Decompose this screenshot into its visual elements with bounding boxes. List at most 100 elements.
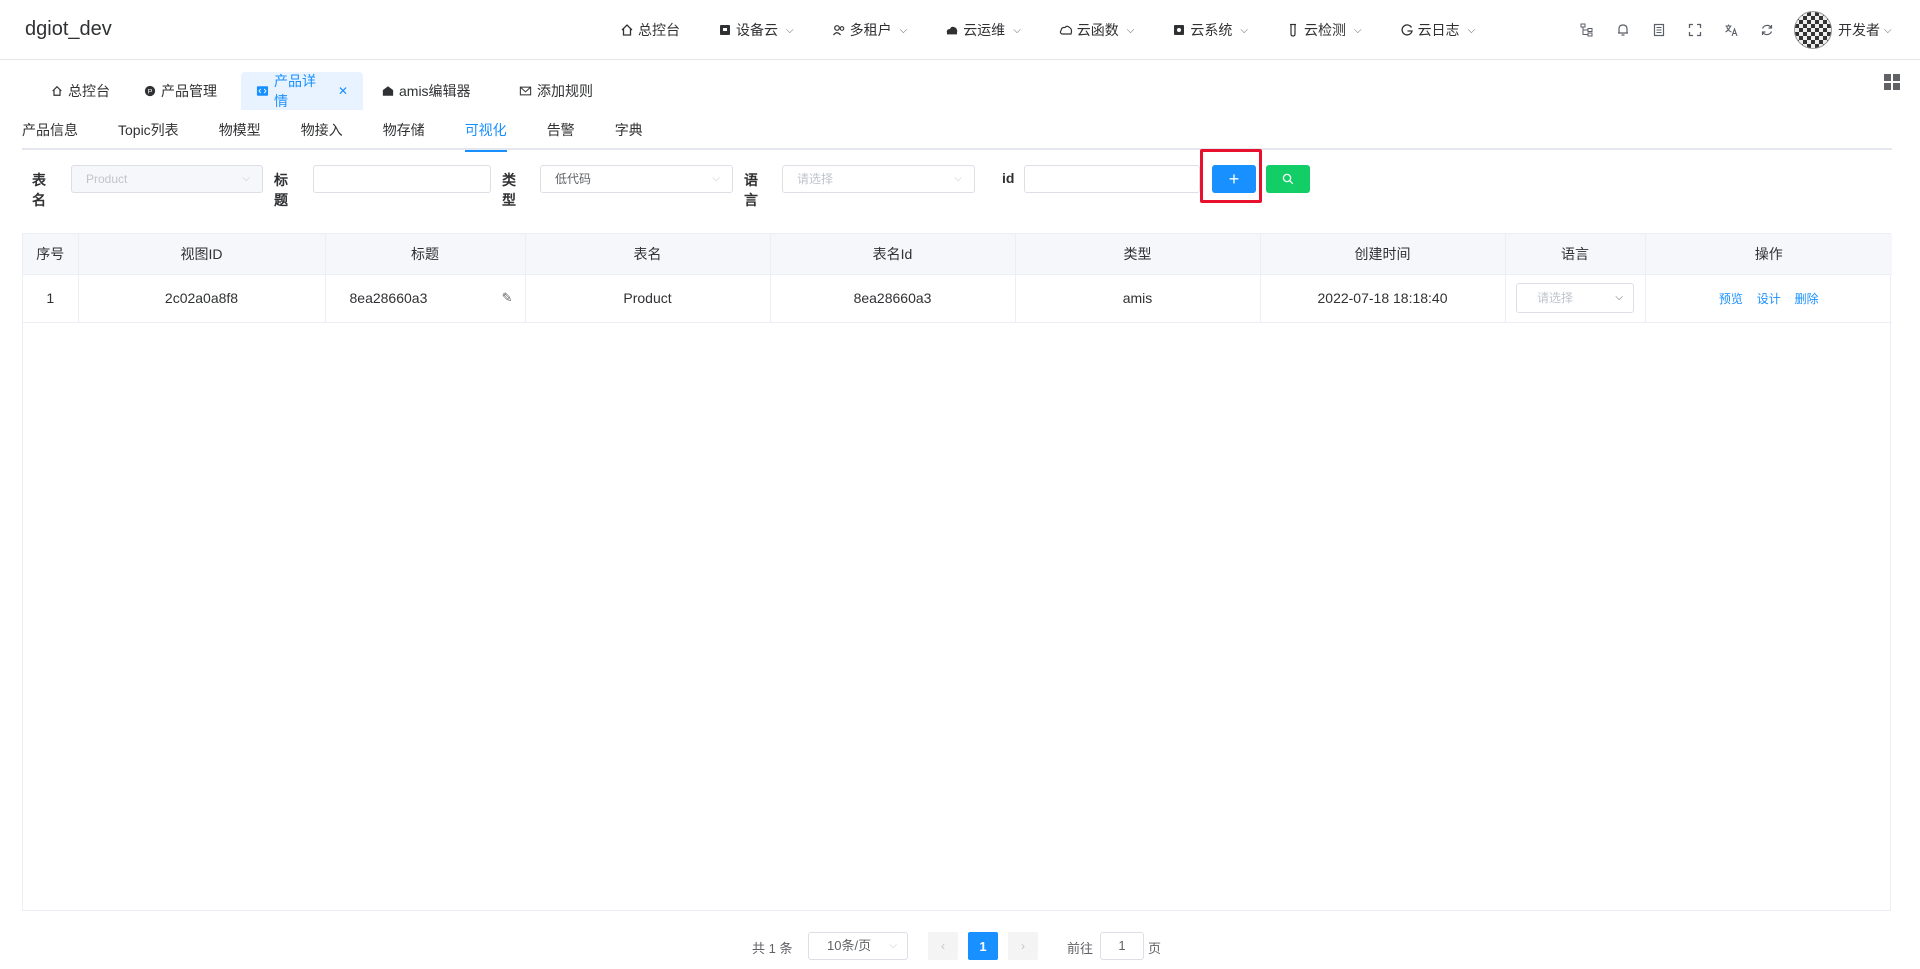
table-name-select[interactable]: Product ⌵	[71, 165, 263, 193]
tag-add-rule[interactable]: 添加规则	[504, 72, 608, 110]
nav-item-cloud-log[interactable]: 云日志 ⌵	[1400, 0, 1476, 60]
cell-table-name: Product	[525, 274, 771, 323]
nav-item-multi-tenant[interactable]: 多租户 ⌵	[832, 0, 908, 60]
table-header-row: 序号 视图ID 标题 表名 表名Id 类型 创建时间 语言 操作	[23, 234, 1892, 275]
nav-item-label: 云日志	[1417, 22, 1460, 38]
chevron-down-icon: ⌵	[1126, 24, 1135, 36]
code-icon	[256, 86, 269, 96]
column-header-type: 类型	[1015, 234, 1261, 275]
view-table: 序号 视图ID 标题 表名 表名Id 类型 创建时间 语言 操作 1 2c02a…	[22, 233, 1892, 911]
edit-icon[interactable]: ✎	[502, 290, 513, 306]
home-icon	[52, 85, 62, 96]
app-title[interactable]: dgiot_dev	[25, 18, 112, 41]
design-link[interactable]: 设计	[1757, 292, 1781, 306]
tab-dictionary[interactable]: 字典	[615, 112, 643, 150]
goto-label: 前往	[1067, 941, 1094, 956]
nav-item-device-cloud[interactable]: 设备云 ⌵	[718, 0, 794, 60]
chevron-left-icon: ‹	[941, 939, 945, 953]
refresh-icon[interactable]	[1758, 21, 1776, 39]
home-icon	[621, 24, 633, 36]
fullscreen-icon[interactable]	[1686, 21, 1704, 39]
id-label: id	[1002, 170, 1015, 186]
cell-title: 8ea28660a3 ✎	[325, 274, 526, 323]
close-icon[interactable]: ✕	[338, 84, 348, 98]
bell-icon[interactable]	[1614, 21, 1632, 39]
avatar[interactable]	[1794, 11, 1832, 49]
tab-product-info[interactable]: 产品信息	[22, 112, 78, 150]
table-name-value: Product	[86, 172, 128, 186]
search-button[interactable]	[1266, 165, 1310, 193]
cell-actions: 预览 设计 删除	[1645, 274, 1892, 323]
column-header-language: 语言	[1505, 234, 1646, 275]
language-label: 语言	[744, 172, 758, 208]
cell-language: 请选择 ⌵	[1505, 274, 1646, 323]
next-page-button[interactable]: ›	[1008, 932, 1038, 960]
chevron-down-icon: ⌵	[1240, 24, 1248, 36]
preview-link[interactable]: 预览	[1719, 292, 1743, 306]
editor-icon	[382, 86, 394, 96]
document-icon[interactable]	[1650, 21, 1668, 39]
tab-visualization[interactable]: 可视化	[464, 112, 507, 152]
nav-item-cloud-system[interactable]: 云系统 ⌵	[1172, 0, 1248, 60]
nav-item-label: 云系统	[1190, 22, 1233, 38]
cloud-ops-icon	[946, 26, 958, 35]
tag-amis-editor[interactable]: amis编辑器	[367, 72, 486, 110]
id-input[interactable]	[1024, 165, 1200, 193]
user-name[interactable]: 开发者	[1838, 20, 1880, 40]
chevron-down-icon: ⌵	[954, 173, 962, 184]
column-header-title: 标题	[325, 234, 526, 275]
column-header-index: 序号	[23, 234, 79, 275]
tab-thing-model[interactable]: 物模型	[219, 112, 261, 150]
goto-page-input[interactable]: 1	[1100, 932, 1144, 960]
chevron-down-icon: ⌵	[1467, 24, 1476, 36]
nav-item-label: 云运维	[963, 22, 1006, 38]
tab-topic-list[interactable]: Topic列表	[118, 112, 179, 150]
prev-page-button[interactable]: ‹	[928, 932, 958, 960]
tag-product-management[interactable]: P 产品管理	[129, 72, 232, 110]
column-header-view-id: 视图ID	[78, 234, 326, 275]
row-language-select[interactable]: 请选择 ⌵	[1516, 283, 1634, 313]
tag-label: 产品管理	[161, 83, 217, 99]
translate-icon[interactable]	[1722, 21, 1740, 39]
page-number-current[interactable]: 1	[968, 932, 998, 960]
language-select[interactable]: 请选择 ⌵	[782, 165, 975, 193]
title-input[interactable]	[313, 165, 491, 193]
tree-icon[interactable]	[1578, 21, 1596, 39]
tab-alarm[interactable]: 告警	[547, 112, 575, 150]
nav-item-cloud-test[interactable]: 云检测 ⌵	[1286, 0, 1362, 60]
nav-item-dashboard[interactable]: 总控台	[620, 0, 680, 60]
top-navbar: dgiot_dev 总控台 设备云 ⌵ 多租户 ⌵ 云运维 ⌵ 云函数 ⌵ 云系	[0, 0, 1920, 60]
nav-item-cloud-ops[interactable]: 云运维 ⌵	[945, 0, 1021, 60]
cloud-icon	[1059, 25, 1072, 35]
cell-table-id: 8ea28660a3	[770, 274, 1016, 323]
table-row: 1 2c02a0a8f8 8ea28660a3 ✎ Product 8ea286…	[23, 274, 1892, 323]
nav-item-label: 多租户	[849, 22, 892, 38]
tag-product-detail[interactable]: 产品详情 ✕	[241, 72, 363, 110]
chevron-down-icon: ⌵	[899, 24, 908, 36]
product-detail-tabs: 产品信息 Topic列表 物模型 物接入 物存储 可视化 告警 字典	[22, 112, 1892, 152]
add-button[interactable]: +	[1212, 165, 1256, 193]
tab-thing-storage[interactable]: 物存储	[383, 112, 425, 150]
tag-label: 添加规则	[537, 83, 593, 99]
page-size-select[interactable]: 10条/页 ⌵	[808, 932, 908, 960]
pagination-total: 共 1 条	[752, 941, 793, 956]
type-select[interactable]: 低代码 ⌵	[540, 165, 733, 193]
type-label: 类型	[502, 172, 516, 208]
tag-dashboard[interactable]: 总控台	[36, 72, 125, 110]
log-icon	[1401, 24, 1413, 36]
nav-item-cloud-function[interactable]: 云函数 ⌵	[1059, 0, 1135, 60]
nav-item-label: 设备云	[736, 22, 778, 38]
cell-index: 1	[23, 274, 79, 323]
test-tube-icon	[1289, 23, 1296, 37]
chevron-down-icon: ⌵	[1884, 24, 1892, 36]
tab-thing-access[interactable]: 物接入	[301, 112, 343, 150]
chevron-down-icon: ⌵	[889, 940, 897, 951]
tag-label: 产品详情	[273, 73, 316, 109]
chevron-down-icon: ⌵	[1615, 292, 1623, 303]
delete-link[interactable]: 删除	[1795, 292, 1819, 306]
column-header-table-id: 表名Id	[770, 234, 1016, 275]
chevron-down-icon: ⌵	[786, 24, 794, 36]
tag-label: amis编辑器	[399, 83, 471, 99]
grid-icon[interactable]	[1884, 74, 1900, 90]
chevron-down-icon: ⌵	[1353, 24, 1362, 36]
